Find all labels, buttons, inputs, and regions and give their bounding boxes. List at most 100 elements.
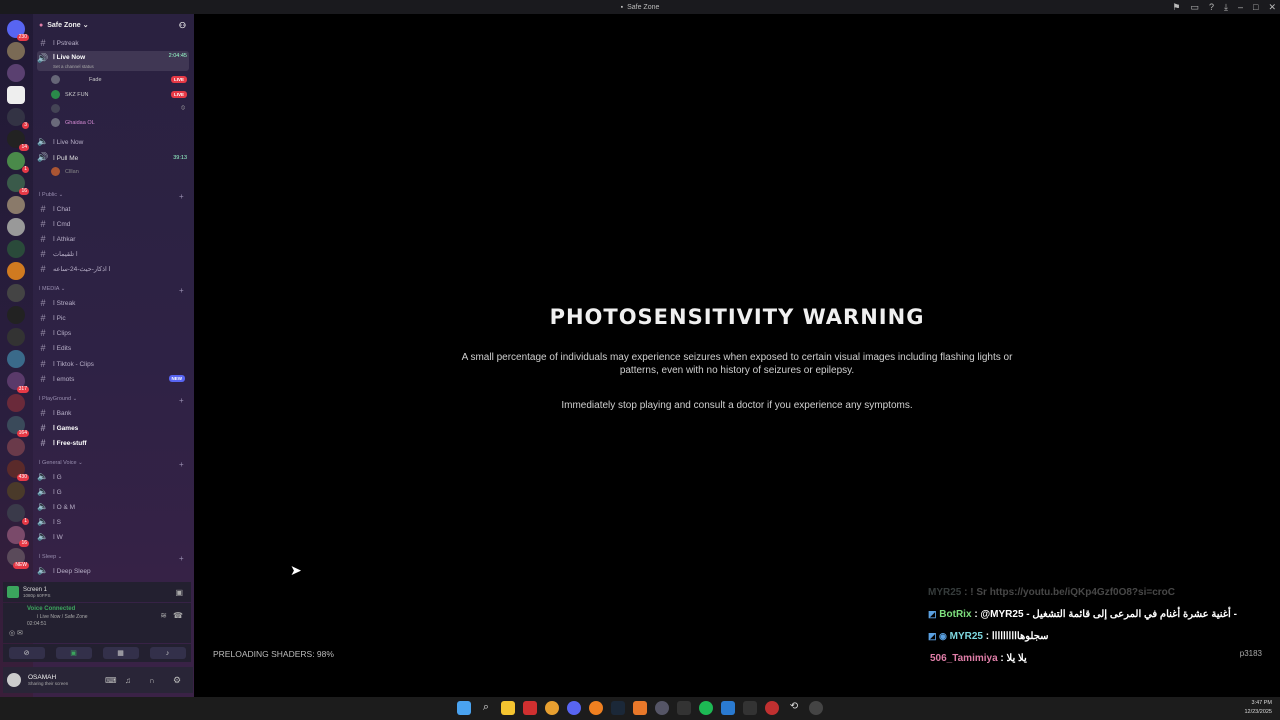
server-icon[interactable]: NEW [7, 548, 29, 569]
category-public[interactable]: ا Public ⌄ + [39, 192, 184, 201]
server-icon[interactable] [7, 350, 25, 368]
server-icon[interactable] [7, 328, 25, 346]
channel-chat[interactable]: # ا Chat [37, 202, 189, 215]
activities-button[interactable]: ▦ [102, 647, 139, 659]
windows-start-icon[interactable] [457, 701, 471, 715]
voice-channel-om[interactable]: 🔈 ا O & M [37, 500, 189, 513]
avatar[interactable] [7, 673, 21, 687]
voice-user[interactable]: ⦸ [51, 102, 187, 115]
voice-channel-g[interactable]: 🔈 ا G [37, 470, 189, 483]
file-explorer-icon[interactable] [501, 701, 515, 715]
server-icon[interactable] [7, 394, 25, 412]
home-button[interactable]: 230 [7, 20, 29, 41]
add-channel-icon[interactable]: + [179, 554, 184, 563]
download-icon[interactable]: ⤓ [1224, 2, 1228, 13]
server-icon[interactable]: 3 [7, 108, 29, 129]
system-tray[interactable]: 3:47 PM 12/23/2025 [1244, 699, 1272, 717]
maximize-button[interactable]: □ [1253, 2, 1258, 12]
server-icon[interactable] [7, 306, 25, 324]
server-icon[interactable]: 317 [7, 372, 29, 393]
chrome-icon[interactable] [545, 701, 559, 715]
channel-arabic[interactable]: # ا تلقيمات [37, 247, 189, 260]
soundboard-button[interactable]: ♪ [149, 647, 186, 659]
camera-off-button[interactable]: ⊘ [8, 647, 45, 659]
inbox-icon[interactable]: ▭ [1190, 2, 1199, 13]
channel-status[interactable]: Set a channel status [53, 64, 94, 69]
app-icon[interactable] [633, 701, 647, 715]
spotify-icon[interactable] [699, 701, 713, 715]
noise-suppression-icon[interactable]: ≋ [160, 611, 167, 620]
channel-streak[interactable]: # ا Streak [37, 296, 189, 309]
screen-share-panel[interactable]: Screen 1 1080p 60FPS ▣ [3, 582, 191, 602]
app-icon[interactable] [523, 701, 537, 715]
server-icon-safe-zone[interactable] [7, 240, 25, 258]
add-channel-icon[interactable]: + [179, 192, 184, 201]
game-view[interactable]: PHOTOSENSITIVITY WARNING A small percent… [194, 14, 1280, 697]
server-icon[interactable]: 430 [7, 460, 29, 481]
server-icon[interactable]: 1 [7, 504, 29, 525]
server-icon[interactable] [7, 218, 25, 236]
voice-channel-s[interactable]: 🔈 ا S [37, 515, 189, 528]
help-icon[interactable]: ? [1209, 2, 1214, 12]
channel-bank[interactable]: # ا Bank [37, 406, 189, 419]
minimize-button[interactable]: – [1238, 2, 1243, 12]
voice-channel-g-2[interactable]: 🔈 ا G [37, 485, 189, 498]
channel-free-stuff[interactable]: # ا Free-stuff [37, 436, 189, 449]
server-icon[interactable] [7, 438, 25, 456]
server-header[interactable]: ● Safe Zone ⌄ ⚇ [33, 17, 194, 33]
server-icon[interactable] [7, 284, 25, 302]
add-channel-icon[interactable]: + [179, 460, 184, 469]
disconnect-icon[interactable]: ☎ [173, 611, 183, 620]
app-icon[interactable] [655, 701, 669, 715]
voice-channel-path[interactable]: ا Live Now / Safe Zone [37, 614, 88, 620]
back-icon[interactable]: ⟲ [787, 701, 801, 715]
voice-user[interactable]: Fade LIVE [51, 73, 187, 86]
category-general-voice[interactable]: ا General Voice ⌄ + [39, 460, 184, 469]
voice-channel-live-now-2[interactable]: 🔈 ا Live Now [37, 135, 189, 148]
discord-icon[interactable] [567, 701, 581, 715]
close-button[interactable]: ✕ [1268, 2, 1276, 13]
voice-channel-pull-me[interactable]: 🔊 ا Pull Me 39:13 [37, 151, 189, 164]
share-screen-button[interactable]: ▣ [55, 647, 92, 659]
game-icon[interactable]: ⌨ [105, 676, 117, 685]
gear-icon[interactable]: ⚙ [173, 675, 181, 686]
server-icon[interactable] [7, 262, 25, 280]
channel-edits[interactable]: # ا Edits [37, 341, 189, 354]
server-icon[interactable] [7, 42, 25, 60]
voice-channel-live-now[interactable]: 🔊 ا Live Now 2:04:45 Set a channel statu… [37, 51, 189, 71]
server-icon[interactable]: 16 [7, 526, 29, 547]
channel-tiktok-clips[interactable]: # ا Tiktok - Clips [37, 357, 189, 370]
server-icon[interactable] [7, 196, 25, 214]
channel-athkar[interactable]: # ا Athkar [37, 232, 189, 245]
server-icon[interactable]: 14 [7, 130, 29, 151]
app-icon[interactable] [765, 701, 779, 715]
app-icon[interactable] [809, 701, 823, 715]
channel-cmd[interactable]: # ا Cmd [37, 217, 189, 230]
channel-pstreak[interactable]: # ا Pstreak [37, 36, 189, 49]
invite-icon[interactable]: ⚇ [179, 21, 186, 30]
server-icon[interactable]: 16 [7, 174, 29, 195]
server-icon[interactable] [7, 64, 25, 82]
add-channel-icon[interactable]: + [179, 396, 184, 405]
category-sleep[interactable]: ا Sleep ⌄ + [39, 554, 184, 563]
app-icon[interactable] [721, 701, 735, 715]
add-channel-icon[interactable]: + [179, 286, 184, 295]
channel-athkar-24[interactable]: # ا اذكار-حيث-24-ساعه [37, 262, 189, 275]
channel-games[interactable]: # ا Games [37, 421, 189, 434]
app-icon[interactable] [743, 701, 757, 715]
voice-user[interactable]: Ghaidaa OL [51, 116, 187, 129]
voice-user[interactable]: Clllan [51, 165, 187, 178]
app-icon[interactable] [677, 701, 691, 715]
microphone-icon[interactable]: ♫ [125, 676, 131, 685]
steam-icon[interactable] [611, 701, 625, 715]
headphones-icon[interactable]: ∩ [149, 676, 155, 685]
server-icon[interactable] [7, 482, 25, 500]
server-icon[interactable] [7, 86, 25, 104]
pin-icon[interactable]: ⚑ [1172, 2, 1180, 13]
voice-channel-w[interactable]: 🔈 ا W [37, 530, 189, 543]
search-icon[interactable]: ⌕ [479, 701, 493, 715]
channel-pic[interactable]: # ا Pic [37, 311, 189, 324]
server-icon[interactable]: 1 [7, 152, 29, 173]
voice-user[interactable]: SKZ FUN LIVE [51, 88, 187, 101]
channel-emots[interactable]: # ا emots NEW [37, 372, 189, 385]
